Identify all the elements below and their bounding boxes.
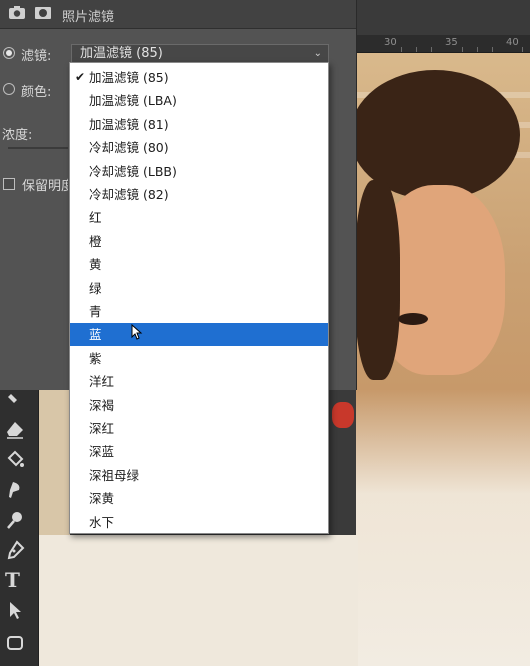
path-selection-icon[interactable]	[5, 600, 25, 620]
menu-item[interactable]: 深祖母绿	[70, 464, 328, 487]
menu-item-label: 深蓝	[89, 444, 115, 460]
menu-item-label: 加温滤镜 (LBA)	[89, 93, 177, 109]
menu-item-label: 洋红	[89, 374, 115, 390]
menu-item-label: 黄	[89, 257, 102, 273]
panel-header: 照片滤镜	[0, 0, 356, 29]
menu-item-label: 紫	[89, 350, 102, 366]
paint-bucket-icon[interactable]	[5, 450, 25, 470]
menu-item[interactable]: 蓝	[70, 323, 328, 347]
menu-item-label: 橙	[89, 233, 102, 249]
menu-item[interactable]: 加温滤镜 (LBA)	[70, 89, 328, 112]
menu-item[interactable]: 深红	[70, 417, 328, 440]
menu-item-label: 深黄	[89, 491, 115, 507]
menu-item-label: 加温滤镜 (81)	[89, 116, 169, 132]
menu-item-label: 青	[89, 304, 102, 319]
density-label: 浓度:	[2, 128, 33, 143]
ruler-label: 40	[506, 37, 519, 48]
menu-item[interactable]: 深褐	[70, 394, 328, 417]
eye-shape	[398, 313, 428, 325]
menu-item[interactable]: ✔ 加温滤镜 (85)	[70, 66, 328, 89]
color-radio[interactable]	[3, 83, 15, 95]
filter-radio[interactable]	[3, 47, 15, 59]
filter-select[interactable]: 加温滤镜 (85) ⌄	[71, 44, 329, 62]
lip-shape	[332, 402, 354, 428]
filter-select-value: 加温滤镜 (85)	[80, 46, 163, 61]
mouse-cursor-icon	[131, 323, 143, 340]
menu-item-label: 红	[89, 210, 102, 226]
menu-item[interactable]: 紫	[70, 347, 328, 370]
brush-icon[interactable]	[5, 392, 25, 412]
smudge-icon[interactable]	[5, 480, 25, 500]
ruler-tick	[477, 47, 478, 52]
menu-item-label: 深祖母绿	[89, 467, 140, 483]
hair-shape	[355, 180, 400, 380]
menu-item-label: 蓝	[89, 327, 102, 343]
ruler-tick	[492, 47, 493, 52]
ruler-tick	[522, 47, 523, 52]
ruler-tick	[401, 47, 402, 52]
menu-item-label: 水下	[89, 514, 115, 530]
menu-item[interactable]: 红	[70, 206, 328, 229]
tools-panel: T	[0, 390, 39, 666]
pen-icon[interactable]	[5, 540, 25, 560]
menu-item[interactable]: 黄	[70, 253, 328, 276]
menu-item[interactable]: 深蓝	[70, 440, 328, 463]
ruler-label: 30	[384, 37, 397, 48]
menu-item-label: 冷却滤镜 (82)	[89, 187, 169, 202]
ruler-label: 35	[445, 37, 458, 48]
menu-item-label: 深褐	[89, 397, 115, 413]
menu-item-label: 加温滤镜 (85)	[89, 70, 169, 85]
menu-item-label: 冷却滤镜 (LBB)	[89, 163, 177, 179]
dodge-icon[interactable]	[5, 510, 25, 530]
type-tool-icon[interactable]: T	[5, 570, 25, 590]
preserve-luminosity-label: 保留明度	[22, 179, 68, 194]
menu-item[interactable]: 绿	[70, 277, 328, 300]
color-label: 颜色:	[21, 85, 52, 100]
menu-item[interactable]: 青	[70, 300, 328, 323]
filter-dropdown-menu: ✔ 加温滤镜 (85) 加温滤镜 (LBA) 加温滤镜 (81) 冷却滤镜 (80) 冷却…	[69, 62, 329, 534]
menu-item-label: 绿	[89, 280, 102, 296]
menu-item[interactable]: 深黄	[70, 487, 328, 510]
checkmark-icon: ✔	[75, 70, 86, 84]
mask-icon[interactable]	[34, 5, 52, 21]
panel-title: 照片滤镜	[62, 10, 115, 25]
menu-item[interactable]: 冷却滤镜 (LBB)	[70, 160, 328, 183]
menu-item-label: 深红	[89, 421, 115, 436]
photo-canvas-left	[38, 380, 70, 540]
menu-item[interactable]: 冷却滤镜 (82)	[70, 183, 328, 206]
menu-item[interactable]: 水下	[70, 511, 328, 534]
preserve-luminosity-checkbox[interactable]	[3, 178, 15, 190]
camera-adjustment-icon[interactable]	[8, 5, 26, 21]
chevron-down-icon: ⌄	[313, 48, 322, 59]
eraser-icon[interactable]	[5, 420, 25, 440]
filter-label: 滤镜:	[21, 49, 52, 64]
density-slider[interactable]	[8, 147, 68, 149]
menu-item[interactable]: 橙	[70, 230, 328, 253]
menu-item-label: 冷却滤镜 (80)	[89, 140, 169, 156]
horizontal-ruler[interactable]: 30 35 40	[356, 35, 530, 53]
rectangle-icon[interactable]	[5, 633, 25, 653]
ruler-tick	[431, 47, 432, 52]
menu-item[interactable]: 冷却滤镜 (80)	[70, 136, 328, 159]
menu-item[interactable]: 洋红	[70, 370, 328, 393]
ruler-tick	[416, 47, 417, 52]
menu-item[interactable]: 加温滤镜 (81)	[70, 113, 328, 136]
ruler-tick	[462, 47, 463, 52]
photo-canvas-bottom	[38, 535, 358, 666]
